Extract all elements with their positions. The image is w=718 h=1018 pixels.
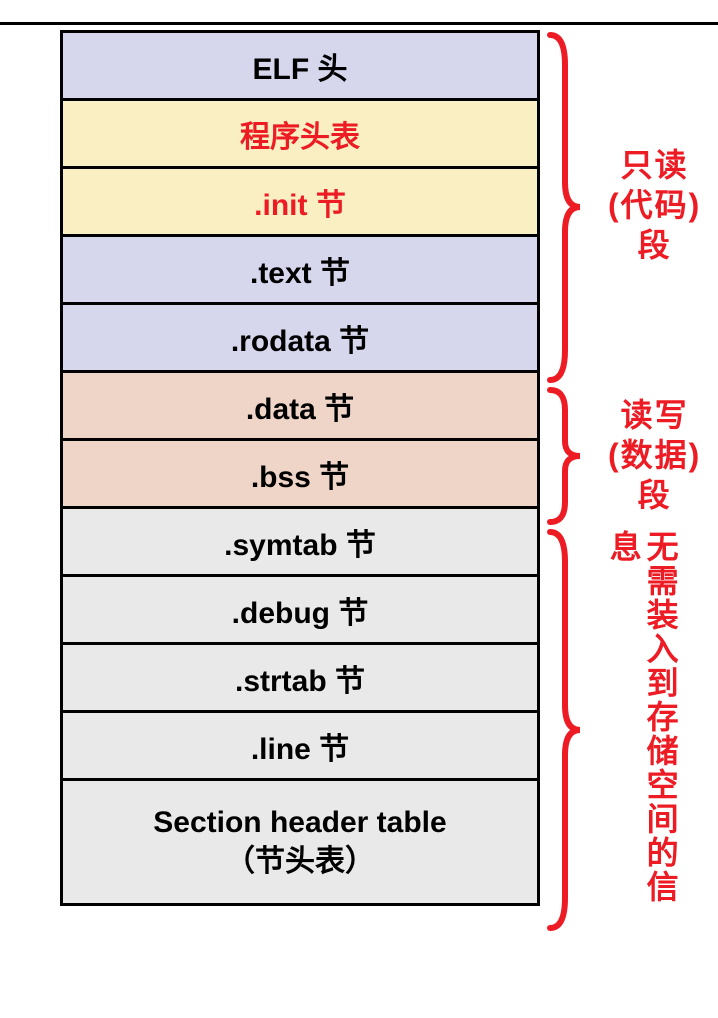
brace-readwrite [545,385,585,527]
row-elf-header: ELF 头 [63,33,537,101]
row-label: .debug 节 [232,588,369,632]
annotation-readonly: 只读 (代码) 段 [608,145,701,265]
annotation-noload: 无需装入到存储空间的信息 [605,530,679,906]
annotation-readwrite: 读写 (数据) 段 [608,395,701,515]
elf-table: ELF 头 程序头表 .init 节 .text 节 .rodata 节 .da… [60,30,540,906]
row-debug: .debug 节 [63,577,537,645]
row-bss: .bss 节 [63,441,537,509]
row-rodata: .rodata 节 [63,305,537,373]
row-text: .text 节 [63,237,537,305]
row-label: Section header table（节头表） [153,803,446,881]
annotation-line: 只读 [608,145,701,185]
row-label: .text 节 [250,248,350,292]
row-label: .line 节 [251,724,349,768]
row-data: .data 节 [63,373,537,441]
diagram-container: ELF 头 程序头表 .init 节 .text 节 .rodata 节 .da… [60,30,718,906]
row-init: .init 节 [63,169,537,237]
annotation-line: (数据) [608,435,701,475]
row-symtab: .symtab 节 [63,509,537,577]
annotation-line: 读写 [608,395,701,435]
row-label: .rodata 节 [231,316,369,360]
annotation-line: 段 [608,225,701,265]
row-label: ELF 头 [253,44,348,88]
annotation-line: (代码) [608,185,701,225]
row-label: 程序头表 [240,112,360,156]
annotation-text: 无需装入到存储空间的信息 [606,530,679,904]
row-label: .data 节 [246,384,354,428]
row-section-header-table: Section header table（节头表） [63,781,537,903]
top-divider [0,22,718,25]
row-label: .init 节 [254,180,346,224]
row-program-header: 程序头表 [63,101,537,169]
row-strtab: .strtab 节 [63,645,537,713]
row-label: .strtab 节 [235,656,365,700]
brace-noload [545,527,585,933]
row-line: .line 节 [63,713,537,781]
brace-readonly [545,30,585,385]
annotation-line: 段 [608,475,701,515]
row-label: .symtab 节 [224,520,376,564]
row-label: .bss 节 [251,452,349,496]
